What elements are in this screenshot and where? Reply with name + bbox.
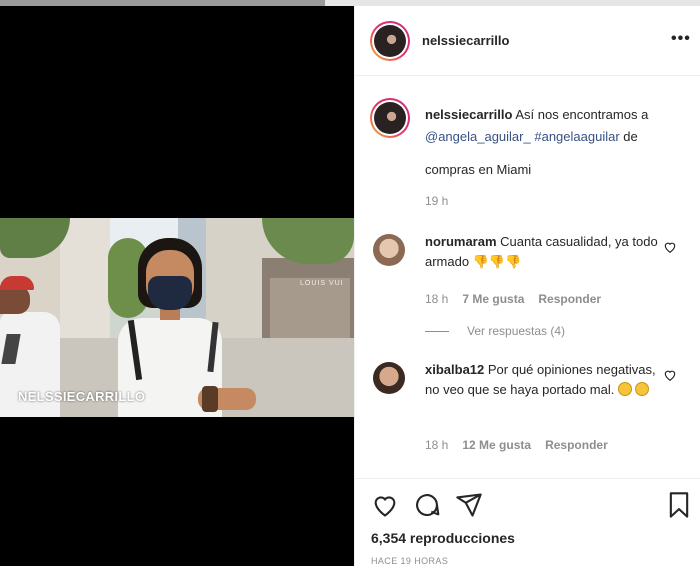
comment-meta: 18 h 12 Me gusta Responder (425, 438, 608, 452)
comment-likes[interactable]: 12 Me gusta (462, 438, 531, 452)
emoji-icon (617, 382, 632, 396)
post-header: nelssiecarrillo ••• (355, 6, 700, 76)
caption-text: nelssiecarrillo Así nos encontramos a @a… (425, 104, 687, 148)
post-actions: 6,354 reproducciones HACE 19 HORAS (355, 478, 700, 566)
comment-likes[interactable]: 7 Me gusta (462, 292, 524, 306)
video-building (60, 218, 110, 348)
post-timestamp: HACE 19 HORAS (371, 556, 449, 566)
more-icon[interactable]: ••• (671, 30, 691, 48)
comment-text: norumaram Cuanta casualidad, ya todo arm… (425, 232, 660, 272)
caption-time: 19 h (425, 194, 449, 208)
caption-username[interactable]: nelssiecarrillo (425, 107, 512, 122)
video-store-window (270, 278, 350, 338)
heart-icon[interactable] (371, 491, 399, 519)
comment-icon[interactable] (413, 491, 441, 519)
emoji-icon (634, 382, 649, 396)
store-sign: LOUIS VUI (300, 280, 344, 287)
caption-avatar[interactable] (370, 98, 410, 138)
comment-meta: 18 h 7 Me gusta Responder (425, 292, 601, 306)
caption-text-start: Así nos encontramos a (512, 107, 649, 122)
caption-hashtag[interactable]: #angelaaguilar (534, 129, 619, 144)
comment-time: 18 h (425, 438, 449, 452)
caption-line2: compras en Miami (425, 162, 532, 177)
comment-username[interactable]: xibalba12 (425, 362, 484, 377)
views-number: 6,354 (371, 530, 407, 546)
heart-icon[interactable] (663, 368, 677, 385)
comment-time: 18 h (425, 292, 449, 306)
video-player[interactable]: LOUIS VUI NELSSIECARRILLO (0, 218, 354, 417)
comment-username[interactable]: norumaram (425, 234, 497, 249)
views-count[interactable]: 6,354 reproducciones (371, 530, 515, 546)
bookmark-icon[interactable] (665, 491, 693, 519)
header-username[interactable]: nelssiecarrillo (422, 33, 509, 48)
heart-icon[interactable] (663, 240, 677, 257)
reply-button[interactable]: Responder (538, 292, 601, 306)
share-icon[interactable] (455, 491, 483, 519)
comment-avatar[interactable] (373, 234, 405, 266)
replies-divider (425, 330, 449, 332)
reply-button[interactable]: Responder (545, 438, 608, 452)
thumbs-down-emoji-icon: 👎👎👎 (472, 254, 522, 269)
views-label: reproducciones (406, 530, 515, 546)
comment-text: xibalba12 Por qué opiniones negativas, n… (425, 360, 660, 400)
caption-text-end: de (619, 129, 638, 144)
view-replies-label[interactable]: Ver respuestas (4) (467, 324, 565, 338)
comment-avatar[interactable] (373, 362, 405, 394)
media-area[interactable]: LOUIS VUI NELSSIECARRILLO (0, 6, 354, 566)
avatar[interactable] (370, 21, 410, 61)
post-panel: nelssiecarrillo ••• nelssiecarrillo Así … (354, 6, 700, 566)
caption-mention[interactable]: @angela_aguilar_ (425, 129, 531, 144)
video-watermark: NELSSIECARRILLO (18, 389, 146, 404)
view-replies[interactable]: Ver respuestas (4) (425, 324, 565, 338)
